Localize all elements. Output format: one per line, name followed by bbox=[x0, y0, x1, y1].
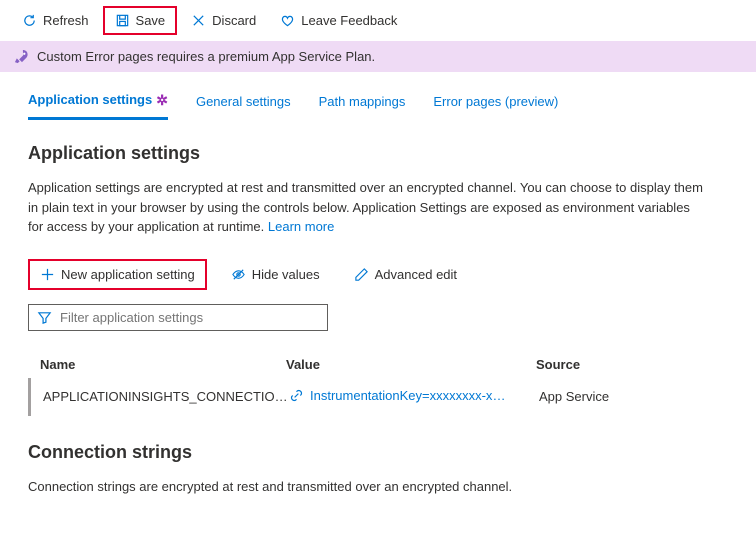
table-header: Name Value Source bbox=[28, 351, 728, 378]
hide-values-label: Hide values bbox=[252, 267, 320, 282]
edit-icon bbox=[354, 267, 369, 282]
save-icon bbox=[115, 13, 130, 28]
advanced-edit-label: Advanced edit bbox=[375, 267, 457, 282]
app-settings-description: Application settings are encrypted at re… bbox=[28, 178, 708, 237]
new-setting-label: New application setting bbox=[61, 267, 195, 282]
col-value-header: Value bbox=[286, 357, 536, 372]
refresh-button[interactable]: Refresh bbox=[12, 8, 99, 33]
feedback-label: Leave Feedback bbox=[301, 13, 397, 28]
advanced-edit-button[interactable]: Advanced edit bbox=[344, 261, 467, 288]
tab-application-settings[interactable]: Application settings ✲ bbox=[28, 86, 168, 120]
info-banner: Custom Error pages requires a premium Ap… bbox=[0, 41, 756, 72]
discard-button[interactable]: Discard bbox=[181, 8, 266, 33]
dirty-indicator-icon: ✲ bbox=[156, 93, 168, 107]
hide-values-button[interactable]: Hide values bbox=[221, 261, 330, 288]
link-icon bbox=[289, 388, 304, 403]
setting-source: App Service bbox=[539, 389, 720, 404]
app-settings-heading: Application settings bbox=[28, 143, 728, 164]
save-label: Save bbox=[136, 13, 166, 28]
command-bar: Refresh Save Discard Leave Feedback bbox=[0, 0, 756, 41]
filter-icon bbox=[37, 310, 52, 325]
eye-off-icon bbox=[231, 267, 246, 282]
col-source-header: Source bbox=[536, 357, 720, 372]
filter-input[interactable] bbox=[60, 310, 319, 325]
setting-value-link[interactable]: InstrumentationKey=xxxxxxxx-xxxx-xxxx bbox=[289, 388, 510, 403]
setting-name: APPLICATIONINSIGHTS_CONNECTION_STRING bbox=[39, 389, 289, 404]
close-icon bbox=[191, 13, 206, 28]
plus-icon bbox=[40, 267, 55, 282]
tab-error-pages[interactable]: Error pages (preview) bbox=[433, 86, 558, 120]
banner-text: Custom Error pages requires a premium Ap… bbox=[37, 49, 375, 64]
app-settings-actions: New application setting Hide values Adva… bbox=[28, 259, 728, 290]
feedback-button[interactable]: Leave Feedback bbox=[270, 8, 407, 33]
tab-path-mappings[interactable]: Path mappings bbox=[319, 86, 406, 120]
new-application-setting-button[interactable]: New application setting bbox=[28, 259, 207, 290]
connection-strings-heading: Connection strings bbox=[28, 442, 728, 463]
save-button[interactable]: Save bbox=[103, 6, 178, 35]
heart-icon bbox=[280, 13, 295, 28]
connection-strings-description: Connection strings are encrypted at rest… bbox=[28, 477, 708, 497]
tab-label: Application settings bbox=[28, 92, 152, 107]
tab-general-settings[interactable]: General settings bbox=[196, 86, 291, 120]
rocket-icon bbox=[14, 49, 29, 64]
tab-bar: Application settings ✲ General settings … bbox=[0, 72, 756, 121]
content-area: Application settings Application setting… bbox=[0, 121, 756, 540]
discard-label: Discard bbox=[212, 13, 256, 28]
col-name-header: Name bbox=[36, 357, 286, 372]
refresh-icon bbox=[22, 13, 37, 28]
filter-box[interactable] bbox=[28, 304, 328, 331]
learn-more-link[interactable]: Learn more bbox=[268, 219, 334, 234]
refresh-label: Refresh bbox=[43, 13, 89, 28]
setting-value-text: InstrumentationKey=xxxxxxxx-xxxx-xxxx bbox=[310, 388, 510, 403]
table-row[interactable]: APPLICATIONINSIGHTS_CONNECTION_STRING In… bbox=[28, 378, 728, 416]
